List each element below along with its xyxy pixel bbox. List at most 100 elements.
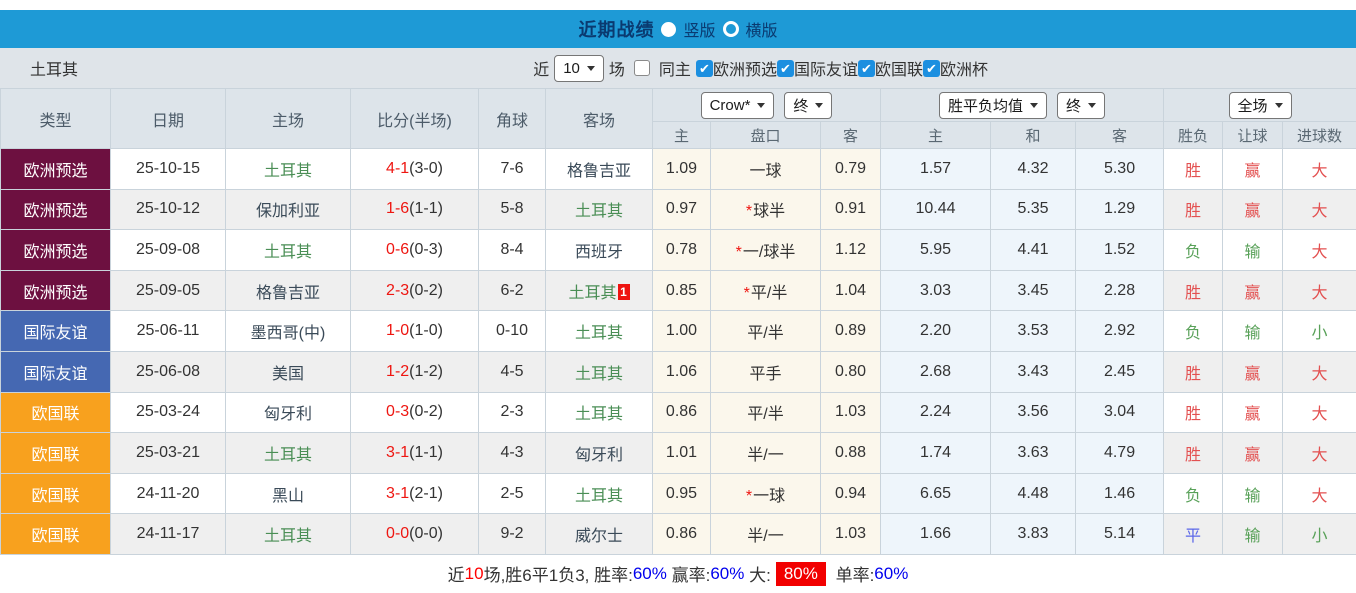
handicap-value: 平手 [749,366,781,383]
subcol-handicap-result: 让球 [1223,122,1283,149]
avg-away-cell: 2.28 [1076,270,1164,311]
star-icon: * [744,285,750,302]
vertical-layout-radio-selected-icon[interactable] [661,22,676,37]
team-name[interactable]: 墨西哥(中) [251,325,326,342]
avg-time-select[interactable]: 终 [1057,92,1105,119]
odds-time-select[interactable]: 终 [784,92,832,119]
match-score[interactable]: 4-1 [386,160,409,177]
result-text: 大 [1312,285,1328,302]
half-score: (0-2) [409,282,443,299]
team-name[interactable]: 土耳其 [568,285,616,302]
team-name[interactable]: 匈牙利 [264,406,312,423]
competition-checkbox[interactable]: ✔ [858,60,875,77]
table-row: 欧洲预选25-09-05格鲁吉亚2-3(0-2)6-2土耳其10.85*平/半1… [1,270,1356,311]
match-score[interactable]: 0-0 [386,525,409,542]
odds-company-select[interactable]: Crow* [701,92,775,119]
competition-checkbox[interactable]: ✔ [696,60,713,77]
subcol-odds-home: 主 [653,122,711,149]
chevron-down-icon [1275,103,1283,108]
team-name[interactable]: 土耳其 [575,325,623,342]
red-card-badge: 1 [618,284,630,300]
avg-draw-cell: 4.32 [991,149,1076,190]
odds-home-cell: 0.85 [653,270,711,311]
avg-draw-cell: 4.48 [991,473,1076,514]
team-name[interactable]: 土耳其 [575,406,623,423]
avg-away-cell: 1.52 [1076,230,1164,271]
table-row: 欧洲预选25-10-12保加利亚1-6(1-1)5-8土耳其0.97*球半0.9… [1,189,1356,230]
match-score[interactable]: 1-6 [386,200,409,217]
match-score[interactable]: 0-3 [386,403,409,420]
col-header-type: 类型 [1,89,111,149]
horizontal-layout-label[interactable]: 横版 [746,17,778,41]
team-name[interactable]: 土耳其 [575,203,623,220]
away-team-cell: 土耳其 [546,473,653,514]
team-name[interactable]: 西班牙 [575,244,623,261]
avg-draw-cell: 3.43 [991,351,1076,392]
competition-checkbox[interactable]: ✔ [777,60,794,77]
match-score[interactable]: 0-6 [386,241,409,258]
horizontal-layout-radio-icon[interactable] [723,21,739,37]
avg-home-cell: 1.57 [881,149,991,190]
date-cell: 24-11-20 [111,473,226,514]
summary-part: 60% [633,564,667,584]
handicap-value: 平/半 [751,285,787,302]
match-count-select[interactable]: 10 [554,55,604,82]
match-score[interactable]: 3-1 [386,444,409,461]
odds-away-cell: 0.88 [821,433,881,474]
goals-result-cell: 大 [1283,392,1356,433]
team-name[interactable]: 土耳其 [264,447,312,464]
handicap-cell: 半/一 [711,514,821,555]
match-score[interactable]: 1-0 [386,322,409,339]
avg-draw-cell: 3.83 [991,514,1076,555]
team-name[interactable]: 土耳其 [575,366,623,383]
team-name[interactable]: 土耳其 [264,163,312,180]
same-home-checkbox[interactable] [634,60,650,76]
away-team-cell: 土耳其 [546,189,653,230]
scope-select[interactable]: 全场 [1229,92,1292,119]
avg-away-cell: 2.45 [1076,351,1164,392]
team-name[interactable]: 土耳其 [264,528,312,545]
avg-away-cell: 4.79 [1076,433,1164,474]
col-header-corners: 角球 [479,89,546,149]
result-text: 大 [1312,406,1328,423]
team-name[interactable]: 土耳其 [575,488,623,505]
odds-home-cell: 1.09 [653,149,711,190]
result-text: 大 [1312,447,1328,464]
vertical-layout-label[interactable]: 竖版 [683,17,715,41]
chevron-down-icon [1088,103,1096,108]
team-name[interactable]: 格鲁吉亚 [256,285,320,302]
subcol-handicap: 盘口 [711,122,821,149]
date-cell: 25-10-12 [111,189,226,230]
avg-home-cell: 5.95 [881,230,991,271]
avg-type-select[interactable]: 胜平负均值 [939,92,1047,119]
result-text: 输 [1245,528,1261,545]
handicap-result-cell: 赢 [1223,392,1283,433]
result-text: 大 [1312,488,1328,505]
odds-home-cell: 1.00 [653,311,711,352]
team-name[interactable]: 保加利亚 [256,203,320,220]
match-score[interactable]: 1-2 [386,363,409,380]
match-score[interactable]: 2-3 [386,282,409,299]
away-team-cell: 土耳其 [546,311,653,352]
competition-filters: ✔欧洲预选✔国际友谊✔欧国联✔欧洲杯 [696,56,988,80]
handicap-cell: 平手 [711,351,821,392]
team-name[interactable]: 黑山 [272,488,304,505]
competition-checkbox[interactable]: ✔ [923,60,940,77]
corners-cell: 8-4 [479,230,546,271]
team-name[interactable]: 匈牙利 [575,447,623,464]
handicap-cell: 平/半 [711,392,821,433]
team-name[interactable]: 土耳其 [264,244,312,261]
team-name[interactable]: 美国 [272,366,304,383]
handicap-cell: *球半 [711,189,821,230]
goals-result-cell: 大 [1283,230,1356,271]
top-strip [0,0,1356,10]
result-text: 赢 [1245,203,1261,220]
match-score[interactable]: 3-1 [386,485,409,502]
half-score: (0-2) [409,403,443,420]
team-name[interactable]: 格鲁吉亚 [567,163,631,180]
result-text: 胜 [1185,285,1201,302]
team-name[interactable]: 威尔士 [575,528,623,545]
goals-result-cell: 大 [1283,189,1356,230]
subcol-avg-away: 客 [1076,122,1164,149]
result-text: 平 [1185,528,1201,545]
